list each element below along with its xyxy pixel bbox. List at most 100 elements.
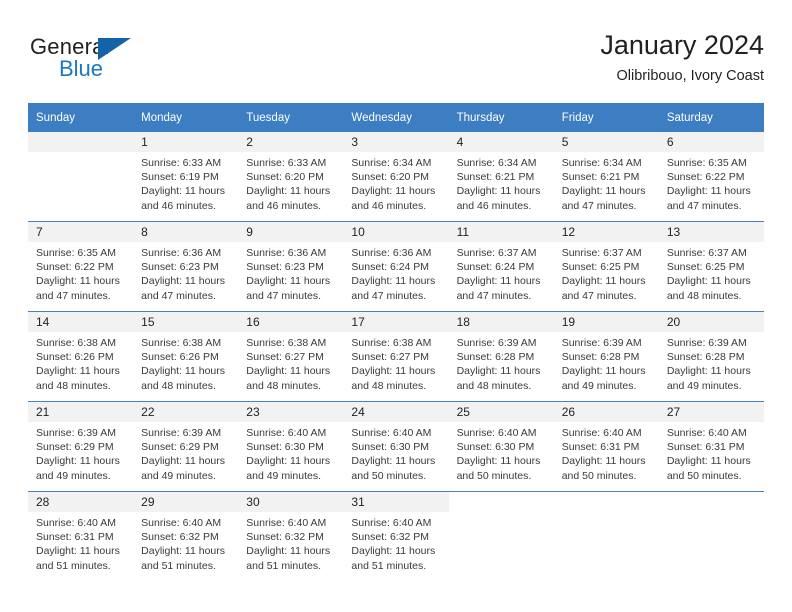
day-detail-line: Sunrise: 6:40 AM bbox=[246, 427, 327, 439]
day-detail-line: and 49 minutes. bbox=[36, 469, 111, 482]
day-detail-line: Sunrise: 6:40 AM bbox=[141, 517, 222, 529]
weekday-header-saturday: Saturday bbox=[658, 103, 764, 132]
calendar-day-cell[interactable]: 24 Sunrise: 6:40 AM Sunset: 6:30 PM Dayligh… bbox=[343, 401, 449, 492]
calendar-day-cell[interactable]: 17 Sunrise: 6:38 AM Sunset: 6:27 PM Dayligh… bbox=[343, 311, 449, 402]
calendar-week-row: 7 Sunrise: 6:35 AM Sunset: 6:22 PM Daylight… bbox=[28, 221, 764, 312]
day-detail-line: Sunrise: 6:39 AM bbox=[456, 337, 537, 349]
day-detail-line: Daylight: 11 hours bbox=[246, 275, 331, 288]
day-detail-line: and 47 minutes. bbox=[36, 289, 111, 302]
calendar-day-cell[interactable]: 27 Sunrise: 6:40 AM Sunset: 6:31 PM Dayligh… bbox=[658, 401, 764, 492]
day-detail-line: and 51 minutes. bbox=[351, 559, 427, 572]
day-detail-line: Daylight: 11 hours bbox=[246, 455, 331, 468]
day-detail-line: Sunrise: 6:33 AM bbox=[141, 157, 222, 169]
day-details: Sunrise: 6:40 AM Sunset: 6:32 PM Daylight:… bbox=[238, 512, 343, 573]
general-blue-logo[interactable]: General Blue bbox=[30, 34, 150, 86]
day-detail-line: and 48 minutes. bbox=[666, 289, 742, 302]
day-detail-line: Sunrise: 6:36 AM bbox=[246, 247, 327, 259]
calendar-day-cell[interactable]: 26 Sunrise: 6:40 AM Sunset: 6:31 PM Dayligh… bbox=[553, 401, 659, 492]
calendar-day-cell[interactable]: 5 Sunrise: 6:34 AM Sunset: 6:21 PM Daylight… bbox=[553, 132, 659, 222]
day-detail-line: Daylight: 11 hours bbox=[666, 185, 751, 198]
day-number: 29 bbox=[133, 492, 239, 512]
day-number: 5 bbox=[553, 132, 659, 152]
day-detail-line: Daylight: 11 hours bbox=[666, 455, 751, 468]
day-details: Sunrise: 6:34 AM Sunset: 6:20 PM Daylight:… bbox=[343, 152, 448, 213]
calendar-day-cell[interactable]: 8 Sunrise: 6:36 AM Sunset: 6:23 PM Daylight… bbox=[133, 221, 239, 312]
day-detail-line: Daylight: 11 hours bbox=[561, 275, 646, 288]
calendar-day-cell[interactable]: 30 Sunrise: 6:40 AM Sunset: 6:32 PM Dayligh… bbox=[238, 491, 344, 581]
calendar-day-cell[interactable]: 6 Sunrise: 6:35 AM Sunset: 6:22 PM Daylight… bbox=[658, 132, 764, 222]
calendar-day-cell[interactable]: 9 Sunrise: 6:36 AM Sunset: 6:23 PM Daylight… bbox=[238, 221, 344, 312]
day-details: Sunrise: 6:35 AM Sunset: 6:22 PM Daylight:… bbox=[659, 152, 764, 213]
day-number: 1 bbox=[133, 132, 239, 152]
day-detail-line: Sunset: 6:28 PM bbox=[561, 351, 640, 364]
page-title: January 2024 bbox=[600, 30, 764, 60]
weekday-header-friday: Friday bbox=[553, 103, 659, 132]
day-detail-line: Daylight: 11 hours bbox=[456, 185, 541, 198]
day-detail-line: Sunset: 6:25 PM bbox=[666, 261, 745, 274]
day-detail-line: Daylight: 11 hours bbox=[36, 275, 120, 288]
day-number: 27 bbox=[658, 402, 764, 422]
calendar-day-cell[interactable]: 4 Sunrise: 6:34 AM Sunset: 6:21 PM Daylight… bbox=[448, 132, 554, 222]
day-details: Sunrise: 6:37 AM Sunset: 6:25 PM Daylight:… bbox=[554, 242, 659, 303]
calendar-week-row: 28 Sunrise: 6:40 AM Sunset: 6:31 PM Dayligh… bbox=[28, 491, 764, 581]
calendar-day-cell[interactable]: 3 Sunrise: 6:34 AM Sunset: 6:20 PM Daylight… bbox=[343, 132, 449, 222]
calendar-day-cell[interactable]: 29 Sunrise: 6:40 AM Sunset: 6:32 PM Dayligh… bbox=[133, 491, 239, 581]
day-detail-line: Sunrise: 6:40 AM bbox=[351, 427, 432, 439]
day-number: 28 bbox=[28, 492, 134, 512]
calendar-day-cell[interactable]: 13 Sunrise: 6:37 AM Sunset: 6:25 PM Dayligh… bbox=[658, 221, 764, 312]
day-detail-line: Sunrise: 6:34 AM bbox=[351, 157, 432, 169]
calendar-day-cell[interactable]: 31 Sunrise: 6:40 AM Sunset: 6:32 PM Dayligh… bbox=[343, 491, 449, 581]
day-detail-line: and 51 minutes. bbox=[36, 559, 111, 572]
calendar-day-cell[interactable]: 20 Sunrise: 6:39 AM Sunset: 6:28 PM Dayligh… bbox=[658, 311, 764, 402]
title-block: January 2024 Olibribouo, Ivory Coast bbox=[600, 28, 764, 86]
calendar-day-cell[interactable]: 14 Sunrise: 6:38 AM Sunset: 6:26 PM Dayligh… bbox=[28, 311, 134, 402]
day-detail-line: and 48 minutes. bbox=[141, 379, 216, 392]
calendar-day-cell[interactable]: 21 Sunrise: 6:39 AM Sunset: 6:29 PM Dayligh… bbox=[28, 401, 134, 492]
calendar-day-cell[interactable]: 1 Sunrise: 6:33 AM Sunset: 6:19 PM Daylight… bbox=[133, 132, 239, 222]
day-number: 31 bbox=[343, 492, 449, 512]
day-details: Sunrise: 6:40 AM Sunset: 6:30 PM Daylight:… bbox=[343, 422, 448, 483]
day-details: Sunrise: 6:39 AM Sunset: 6:28 PM Daylight:… bbox=[659, 332, 764, 393]
day-detail-line: Sunrise: 6:40 AM bbox=[36, 517, 116, 529]
calendar-day-cell[interactable]: 16 Sunrise: 6:38 AM Sunset: 6:27 PM Dayligh… bbox=[238, 311, 344, 402]
calendar-day-cell[interactable]: 23 Sunrise: 6:40 AM Sunset: 6:30 PM Dayligh… bbox=[238, 401, 344, 492]
calendar-day-cell[interactable]: 18 Sunrise: 6:39 AM Sunset: 6:28 PM Dayligh… bbox=[448, 311, 554, 402]
calendar-day-cell[interactable]: 12 Sunrise: 6:37 AM Sunset: 6:25 PM Dayligh… bbox=[553, 221, 659, 312]
calendar-day-cell[interactable]: 22 Sunrise: 6:39 AM Sunset: 6:29 PM Dayligh… bbox=[133, 401, 239, 492]
day-detail-line: Sunset: 6:29 PM bbox=[36, 441, 114, 454]
day-detail-line: Daylight: 11 hours bbox=[351, 365, 436, 378]
day-detail-line: and 48 minutes. bbox=[36, 379, 111, 392]
day-detail-line: Sunset: 6:32 PM bbox=[351, 531, 430, 544]
calendar-day-cell[interactable]: 10 Sunrise: 6:36 AM Sunset: 6:24 PM Dayligh… bbox=[343, 221, 449, 312]
calendar-day-cell[interactable]: 19 Sunrise: 6:39 AM Sunset: 6:28 PM Dayligh… bbox=[553, 311, 659, 402]
calendar-day-cell[interactable]: 11 Sunrise: 6:37 AM Sunset: 6:24 PM Dayligh… bbox=[448, 221, 554, 312]
day-details: Sunrise: 6:40 AM Sunset: 6:31 PM Daylight:… bbox=[554, 422, 659, 483]
calendar-day-cell[interactable]: 25 Sunrise: 6:40 AM Sunset: 6:30 PM Dayligh… bbox=[448, 401, 554, 492]
day-detail-line: Sunrise: 6:34 AM bbox=[561, 157, 642, 169]
day-detail-line: Sunset: 6:30 PM bbox=[456, 441, 535, 454]
day-detail-line: Sunrise: 6:40 AM bbox=[351, 517, 432, 529]
day-number bbox=[448, 492, 554, 512]
calendar-day-cell[interactable]: 7 Sunrise: 6:35 AM Sunset: 6:22 PM Daylight… bbox=[28, 221, 134, 312]
day-detail-line: Sunrise: 6:35 AM bbox=[36, 247, 116, 259]
calendar-day-cell[interactable]: 28 Sunrise: 6:40 AM Sunset: 6:31 PM Dayligh… bbox=[28, 491, 134, 581]
day-detail-line: Sunrise: 6:39 AM bbox=[36, 427, 116, 439]
calendar-day-cell[interactable]: 15 Sunrise: 6:38 AM Sunset: 6:26 PM Dayligh… bbox=[133, 311, 239, 402]
day-details: Sunrise: 6:37 AM Sunset: 6:25 PM Daylight:… bbox=[659, 242, 764, 303]
day-detail-line: and 48 minutes. bbox=[246, 379, 321, 392]
day-detail-line: and 46 minutes. bbox=[456, 199, 532, 212]
day-detail-line: Daylight: 11 hours bbox=[561, 365, 646, 378]
day-detail-line: and 49 minutes. bbox=[561, 379, 637, 392]
day-detail-line: and 51 minutes. bbox=[141, 559, 216, 572]
day-detail-line: Sunrise: 6:40 AM bbox=[246, 517, 327, 529]
day-detail-line: Sunrise: 6:40 AM bbox=[561, 427, 642, 439]
day-detail-line: Daylight: 11 hours bbox=[246, 365, 331, 378]
calendar-day-cell[interactable]: 2 Sunrise: 6:33 AM Sunset: 6:20 PM Daylight… bbox=[238, 132, 344, 222]
day-details: Sunrise: 6:33 AM Sunset: 6:19 PM Daylight:… bbox=[133, 152, 238, 213]
day-detail-line: Sunset: 6:32 PM bbox=[246, 531, 324, 544]
calendar-body: 1 Sunrise: 6:33 AM Sunset: 6:19 PM Daylight… bbox=[28, 132, 764, 581]
page-subtitle: Olibribouo, Ivory Coast bbox=[616, 68, 764, 84]
day-detail-line: Sunrise: 6:37 AM bbox=[666, 247, 747, 259]
day-detail-line: Sunset: 6:32 PM bbox=[141, 531, 219, 544]
day-number bbox=[28, 132, 134, 152]
